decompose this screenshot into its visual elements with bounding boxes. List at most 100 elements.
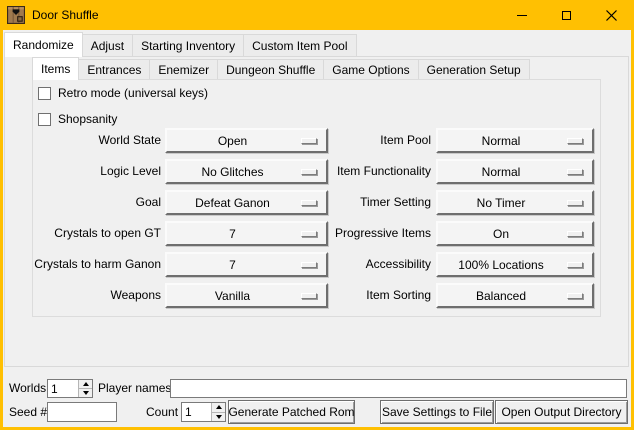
tab-label: Items [41,62,70,76]
item-sorting-label: Item Sorting [308,283,431,308]
tab-randomize[interactable]: Randomize [4,32,83,57]
shopsanity-label: Shopsanity [58,112,117,126]
tab-label: Entrances [87,63,141,77]
shopsanity-checkbox[interactable] [38,113,51,126]
close-button[interactable] [589,0,634,30]
tab-items[interactable]: Items [32,57,79,80]
tab-custom-item-pool[interactable]: Custom Item Pool [243,34,356,56]
tab-starting-inventory[interactable]: Starting Inventory [132,34,244,56]
shopsanity-checkbox-row[interactable]: Shopsanity [38,111,117,127]
dropdown-indicator-icon [567,138,583,144]
item-sorting-value: Balanced [438,285,564,306]
dropdown-indicator-icon [567,293,583,299]
minimize-button[interactable] [499,0,544,30]
goal-value: Defeat Ganon [167,192,298,213]
weapons-value: Vanilla [167,285,298,306]
crystals-open-gt-label: Crystals to open GT [13,221,161,246]
worlds-value: 1 [48,380,78,397]
client-area: Randomize Adjust Starting Inventory Cust… [3,30,631,427]
button-label: Open Output Directory [501,405,621,419]
accessibility-dropdown[interactable]: 100% Locations [436,252,594,277]
close-icon [606,10,617,21]
crystals-harm-ganon-value: 7 [167,254,298,275]
window-title: Door Shuffle [32,8,99,22]
progressive-items-dropdown[interactable]: On [436,221,594,246]
tab-label: Dungeon Shuffle [226,63,315,77]
count-spin-down-icon[interactable] [212,413,225,422]
seed-input[interactable] [47,402,117,422]
title-bar[interactable]: Door Shuffle [0,0,634,30]
tab-label: Game Options [332,63,409,77]
dropdown-indicator-icon [567,231,583,237]
main-tab-bar: Randomize Adjust Starting Inventory Cust… [4,32,357,56]
generate-patched-rom-button[interactable]: Generate Patched Rom [228,400,355,424]
item-sorting-dropdown[interactable]: Balanced [436,283,594,308]
tab-dungeon-shuffle[interactable]: Dungeon Shuffle [217,59,324,79]
world-state-label: World State [13,128,161,153]
item-pool-dropdown[interactable]: Normal [436,128,594,153]
maximize-icon [562,11,571,20]
tab-label: Adjust [91,39,124,53]
open-output-directory-button[interactable]: Open Output Directory [495,400,628,424]
minimize-icon [517,15,527,16]
retro-mode-checkbox-row[interactable]: Retro mode (universal keys) [38,85,208,101]
world-state-dropdown[interactable]: Open [165,128,328,153]
worlds-spinner[interactable]: 1 [47,379,93,398]
count-spin-up-icon[interactable] [212,403,225,413]
tab-label: Randomize [13,38,74,52]
count-label: Count [146,402,177,422]
count-value: 1 [182,403,211,421]
item-functionality-dropdown[interactable]: Normal [436,159,594,184]
dropdown-indicator-icon [567,262,583,268]
crystals-harm-ganon-label: Crystals to harm Ganon [13,252,161,277]
world-state-value: Open [167,130,298,151]
timer-setting-dropdown[interactable]: No Timer [436,190,594,215]
item-functionality-value: Normal [438,161,564,182]
weapons-label: Weapons [13,283,161,308]
player-names-input[interactable] [170,379,627,398]
tab-label: Starting Inventory [141,39,235,53]
logic-level-dropdown[interactable]: No Glitches [165,159,328,184]
logic-level-value: No Glitches [167,161,298,182]
accessibility-label: Accessibility [308,252,431,277]
timer-setting-value: No Timer [438,192,564,213]
tab-enemizer[interactable]: Enemizer [149,59,218,79]
item-pool-label: Item Pool [308,128,431,153]
accessibility-value: 100% Locations [438,254,564,275]
tab-label: Generation Setup [427,63,521,77]
player-names-label: Player names [98,379,171,398]
crystals-open-gt-dropdown[interactable]: 7 [165,221,328,246]
weapons-dropdown[interactable]: Vanilla [165,283,328,308]
app-window: Door Shuffle Randomize Adjust Starting I… [0,0,634,430]
tab-game-options[interactable]: Game Options [323,59,418,79]
goal-label: Goal [13,190,161,215]
tab-label: Custom Item Pool [252,39,347,53]
count-spinner[interactable]: 1 [181,402,226,422]
button-label: Generate Patched Rom [228,405,354,419]
retro-mode-checkbox[interactable] [38,87,51,100]
maximize-button[interactable] [544,0,589,30]
item-functionality-label: Item Functionality [308,159,431,184]
progressive-items-label: Progressive Items [308,221,431,246]
goal-dropdown[interactable]: Defeat Ganon [165,190,328,215]
worlds-spin-up-icon[interactable] [79,380,92,389]
tab-generation-setup[interactable]: Generation Setup [418,59,530,79]
button-label: Save Settings to File [382,405,492,419]
logic-level-label: Logic Level [13,159,161,184]
tab-label: Enemizer [158,63,209,77]
seed-label: Seed # [9,402,47,422]
save-settings-button[interactable]: Save Settings to File [380,400,494,424]
crystals-harm-ganon-dropdown[interactable]: 7 [165,252,328,277]
progressive-items-value: On [438,223,564,244]
tab-adjust[interactable]: Adjust [82,34,133,56]
worlds-label: Worlds [9,379,46,398]
dropdown-indicator-icon [567,169,583,175]
dropdown-indicator-icon [567,200,583,206]
app-icon [7,6,25,24]
worlds-spin-down-icon[interactable] [79,389,92,397]
timer-setting-label: Timer Setting [308,190,431,215]
sub-tab-bar: Items Entrances Enemizer Dungeon Shuffle… [32,57,530,79]
tab-entrances[interactable]: Entrances [78,59,150,79]
crystals-open-gt-value: 7 [167,223,298,244]
item-pool-value: Normal [438,130,564,151]
